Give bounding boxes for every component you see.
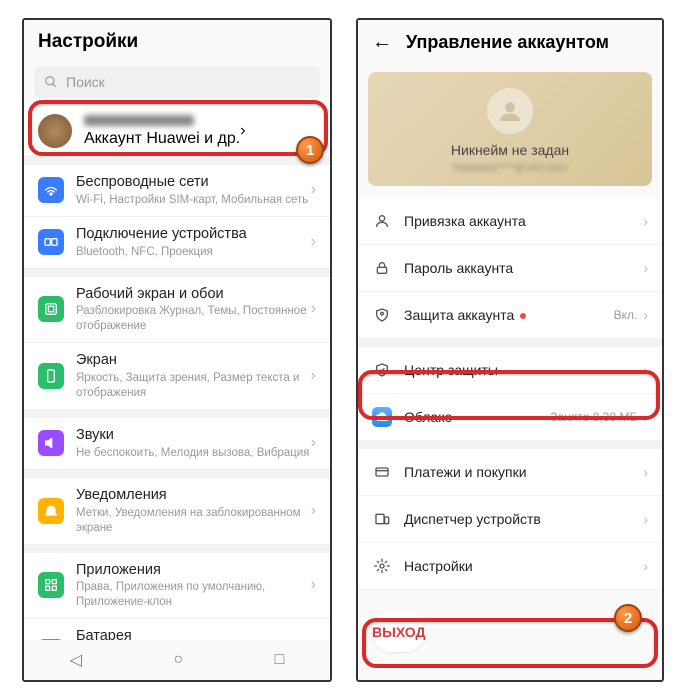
search-icon <box>44 75 58 89</box>
wifi-icon <box>38 177 64 203</box>
chevron-right-icon: › <box>311 233 316 251</box>
chevron-right-icon: › <box>643 213 648 229</box>
account-screen: ← Управление аккаунтом Никнейм не задан … <box>356 18 664 682</box>
chevron-right-icon: › <box>311 434 316 452</box>
account-row-lock[interactable]: Пароль аккаунта › <box>358 245 662 292</box>
row-meta: Вкл. <box>614 308 638 322</box>
account-row-cloud[interactable]: Облако Занято 8,38 МБ › <box>358 394 662 441</box>
row-sub: Разблокировка Журнал, Темы, Постоянное о… <box>76 304 311 334</box>
row-label: Платежи и покупки <box>404 464 643 480</box>
settings-row-home[interactable]: Рабочий экран и обои Разблокировка Журна… <box>24 277 330 344</box>
row-label: Облако <box>404 409 550 425</box>
nav-recent-icon[interactable]: □ <box>275 651 285 669</box>
account-email: hwtesteu****@163.com <box>378 162 642 174</box>
nav-home-icon[interactable]: ○ <box>173 651 183 669</box>
row-label: Защита аккаунта <box>404 307 614 323</box>
account-row[interactable]: Аккаунт Huawei и др. › <box>24 106 330 157</box>
apps-icon <box>38 572 64 598</box>
chevron-right-icon: › <box>311 181 316 199</box>
row-label: Привязка аккаунта <box>404 213 643 229</box>
row-title: Беспроводные сети <box>76 173 311 192</box>
callout-1: 1 <box>296 136 324 164</box>
row-title: Приложения <box>76 561 311 580</box>
row-title: Уведомления <box>76 486 311 505</box>
row-label: Центр защиты <box>404 362 643 378</box>
chevron-right-icon: › <box>643 558 648 574</box>
account-row-user[interactable]: Привязка аккаунта › <box>358 198 662 245</box>
chevron-right-icon: › <box>643 260 648 276</box>
gear-icon <box>372 556 392 576</box>
account-row-card[interactable]: Платежи и покупки › <box>358 449 662 496</box>
row-meta: Занято 8,38 МБ <box>550 410 637 424</box>
search-input[interactable]: Поиск <box>34 66 320 98</box>
home-icon <box>38 296 64 322</box>
row-title: Подключение устройства <box>76 225 311 244</box>
chevron-right-icon: › <box>311 502 316 520</box>
row-label: Диспетчер устройств <box>404 511 643 527</box>
row-sub: Яркость, Защита зрения, Размер текста и … <box>76 371 311 401</box>
card-icon <box>372 462 392 482</box>
account-title: Управление аккаунтом <box>406 32 609 53</box>
settings-row-link[interactable]: Подключение устройства Bluetooth, NFC, П… <box>24 217 330 269</box>
row-sub: Права, Приложения по умолчанию, Приложен… <box>76 580 311 610</box>
logout-button[interactable]: ВЫХОД <box>372 612 425 652</box>
shield-icon <box>372 360 392 380</box>
settings-row-phone[interactable]: Экран Яркость, Защита зрения, Размер тек… <box>24 343 330 410</box>
alert-dot-icon <box>520 313 526 319</box>
chevron-right-icon: › <box>643 307 648 323</box>
user-icon <box>372 211 392 231</box>
chevron-right-icon: › <box>643 362 648 378</box>
chevron-right-icon: › <box>643 409 648 425</box>
settings-row-bell[interactable]: Уведомления Метки, Уведомления на заблок… <box>24 478 330 545</box>
settings-screen: Настройки Поиск Аккаунт Huawei и др. › Б… <box>22 18 332 682</box>
row-label: Пароль аккаунта <box>404 260 643 276</box>
row-sub: Wi-Fi, Настройки SIM-карт, Мобильная сет… <box>76 193 311 208</box>
settings-row-wifi[interactable]: Беспроводные сети Wi-Fi, Настройки SIM-к… <box>24 165 330 217</box>
account-row-gear[interactable]: Настройки › <box>358 543 662 590</box>
settings-row-sound[interactable]: Звуки Не беспокоить, Мелодия вызова, Виб… <box>24 418 330 470</box>
account-card[interactable]: Никнейм не задан hwtesteu****@163.com <box>368 72 652 186</box>
account-sub: Аккаунт Huawei и др. <box>84 130 240 148</box>
chevron-right-icon: › <box>311 576 316 594</box>
nav-back-icon[interactable]: ◁ <box>70 650 82 670</box>
account-row-shield-user[interactable]: Защита аккаунта Вкл. › <box>358 292 662 339</box>
row-label: Настройки <box>404 558 643 574</box>
cloud-icon <box>372 407 392 427</box>
account-row-shield[interactable]: Центр защиты › <box>358 347 662 394</box>
settings-title: Настройки <box>24 20 330 64</box>
chevron-right-icon: › <box>643 511 648 527</box>
account-header: ← Управление аккаунтом <box>358 20 662 64</box>
devices-icon <box>372 509 392 529</box>
row-sub: Bluetooth, NFC, Проекция <box>76 245 311 260</box>
nickname: Никнейм не задан <box>378 142 642 158</box>
row-title: Экран <box>76 351 311 370</box>
account-name <box>84 115 194 126</box>
phone-icon <box>38 363 64 389</box>
avatar <box>38 114 72 148</box>
row-title: Звуки <box>76 426 311 445</box>
link-icon <box>38 229 64 255</box>
nav-bar: ◁ ○ □ <box>24 640 330 680</box>
sound-icon <box>38 430 64 456</box>
avatar-placeholder <box>487 88 533 134</box>
back-button[interactable]: ← <box>372 31 392 54</box>
row-title: Рабочий экран и обои <box>76 285 311 304</box>
bell-icon <box>38 498 64 524</box>
row-sub: Метки, Уведомления на заблокированном эк… <box>76 506 311 536</box>
account-row-devices[interactable]: Диспетчер устройств › <box>358 496 662 543</box>
row-sub: Не беспокоить, Мелодия вызова, Вибрация <box>76 446 311 461</box>
lock-icon <box>372 258 392 278</box>
settings-row-apps[interactable]: Приложения Права, Приложения по умолчани… <box>24 553 330 620</box>
chevron-right-icon: › <box>240 122 245 140</box>
shield-user-icon <box>372 305 392 325</box>
callout-2: 2 <box>614 604 642 632</box>
chevron-right-icon: › <box>311 300 316 318</box>
chevron-right-icon: › <box>643 464 648 480</box>
chevron-right-icon: › <box>311 367 316 385</box>
